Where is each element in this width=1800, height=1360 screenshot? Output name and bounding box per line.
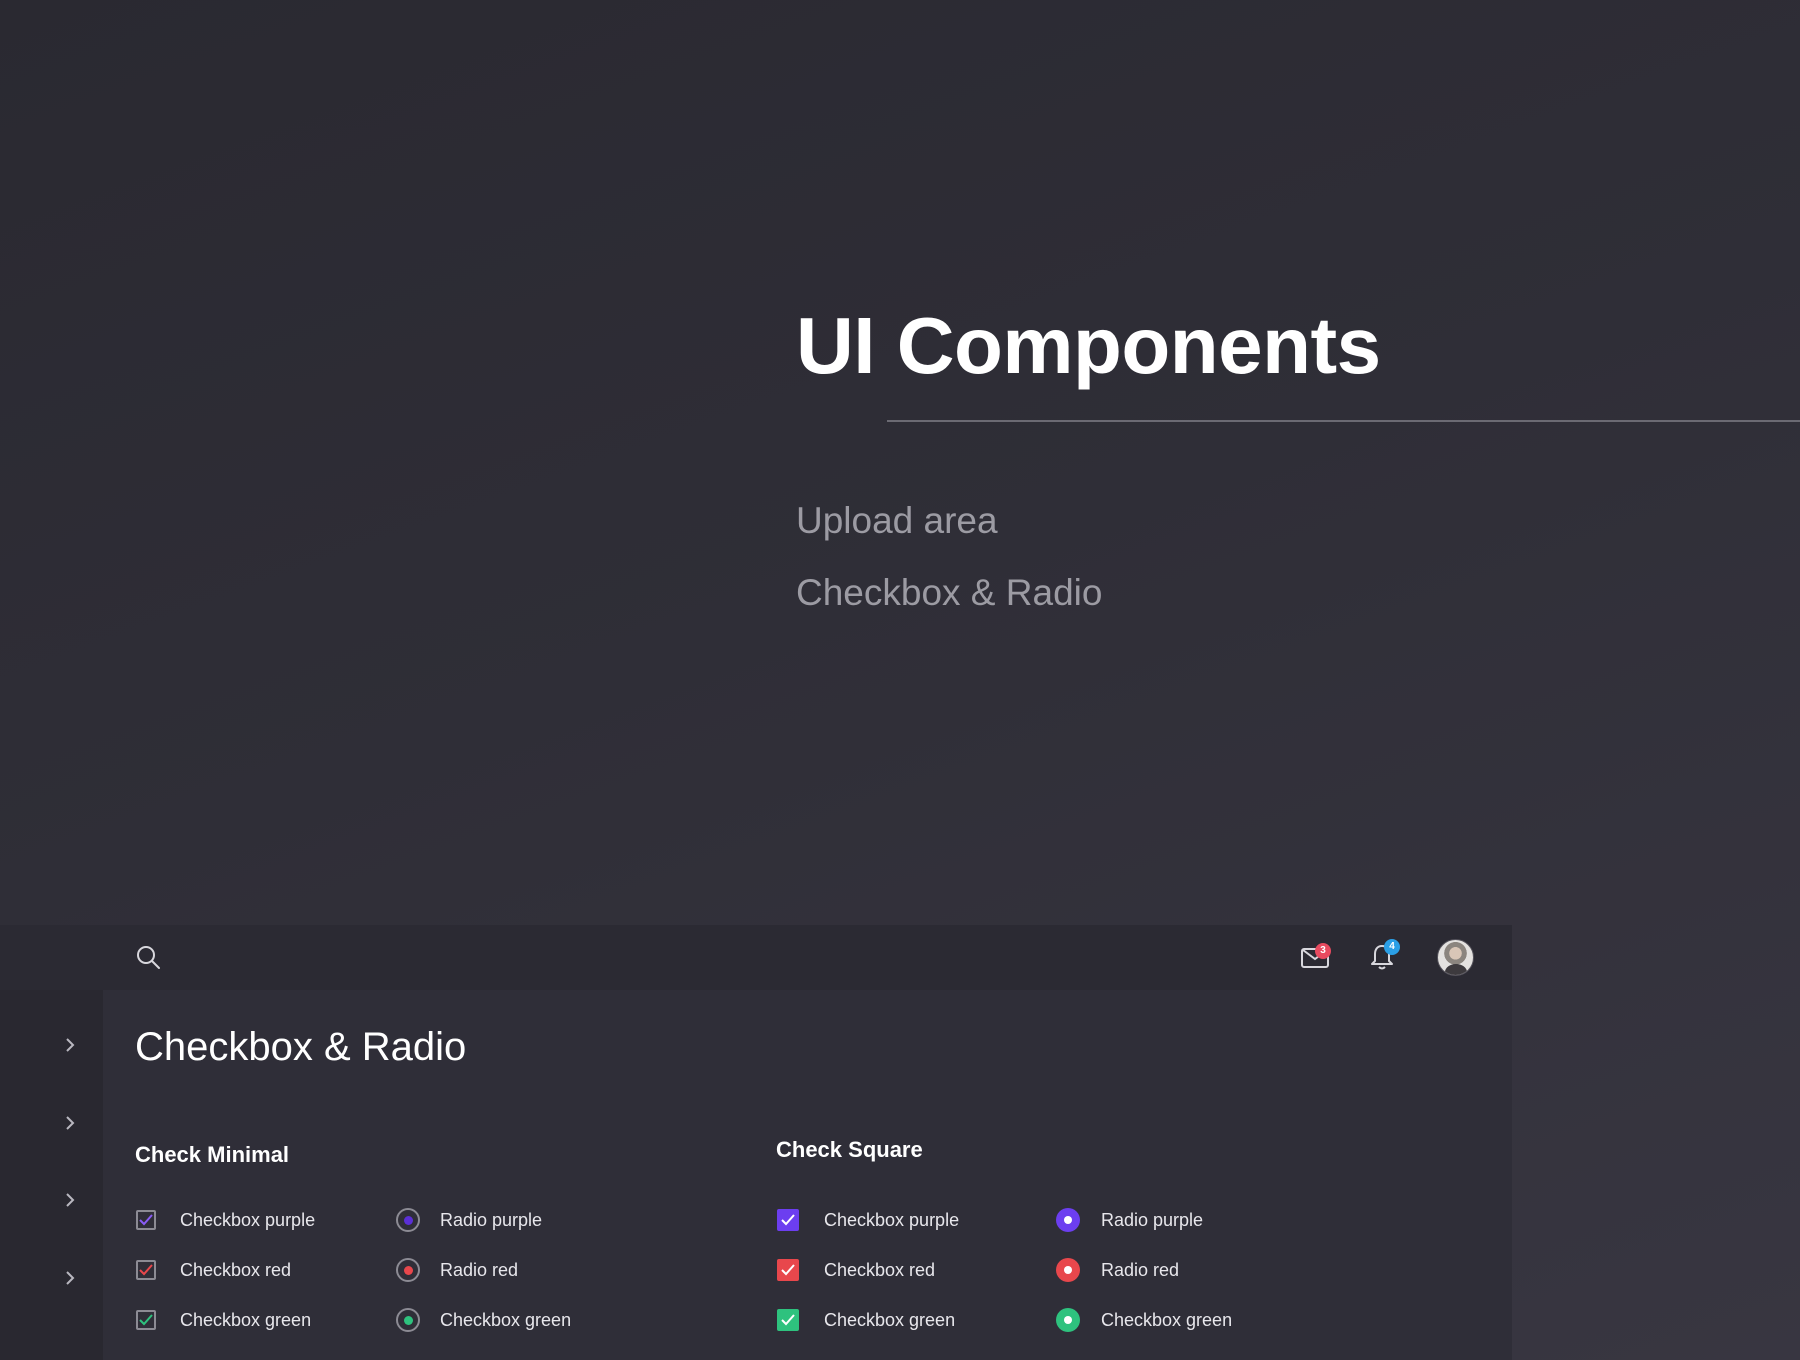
checkbox-control[interactable] [136,1260,156,1280]
section-title-check-square: Check Square [776,1137,923,1162]
radio-control[interactable] [396,1308,420,1332]
sidebar [0,990,103,1360]
radio-minimal-green[interactable]: Checkbox green [396,1307,571,1333]
radio-label: Radio red [440,1259,519,1280]
search-icon[interactable] [133,942,163,972]
topbar: 3 4 [0,925,1512,990]
checkbox-minimal-purple[interactable]: Checkbox purple [136,1207,315,1233]
radio-control[interactable] [1056,1258,1080,1282]
radio-label: Radio purple [1101,1209,1204,1230]
hero-title: UI Components [796,301,1381,390]
checkbox-label: Checkbox red [180,1259,292,1280]
radio-label: Radio purple [440,1209,543,1230]
checkbox-square-green[interactable]: Checkbox green [777,1307,955,1333]
checkbox-label: Checkbox green [824,1309,956,1330]
hero-link-upload-area[interactable]: Upload area [796,500,998,542]
mail-badge: 3 [1315,943,1331,959]
radio-minimal-purple[interactable]: Radio purple [396,1207,542,1233]
avatar[interactable] [1437,939,1474,976]
radio-control[interactable] [1056,1208,1080,1232]
sidebar-chevron-right-icon[interactable] [62,1270,78,1286]
hero-divider [887,420,1800,422]
radio-square-red[interactable]: Radio red [1056,1257,1179,1283]
hero-section: UI Components Upload area Checkbox & Rad… [0,0,1800,925]
radio-label: Radio red [1101,1259,1180,1280]
checkbox-label: Checkbox purple [824,1209,960,1230]
radio-label: Checkbox green [440,1309,572,1330]
sidebar-chevron-right-icon[interactable] [62,1115,78,1131]
radio-minimal-red[interactable]: Radio red [396,1257,518,1283]
checkbox-minimal-green[interactable]: Checkbox green [136,1307,311,1333]
checkbox-control[interactable] [777,1259,799,1281]
radio-control[interactable] [396,1208,420,1232]
radio-control[interactable] [396,1258,420,1282]
hero-link-checkbox-radio[interactable]: Checkbox & Radio [796,572,1102,614]
checkbox-label: Checkbox purple [180,1209,316,1230]
notification-badge: 4 [1384,939,1400,955]
checkbox-square-purple[interactable]: Checkbox purple [777,1207,959,1233]
checkbox-minimal-red[interactable]: Checkbox red [136,1257,291,1283]
checkbox-control[interactable] [136,1310,156,1330]
section-title-check-minimal: Check Minimal [135,1142,290,1167]
checkbox-square-red[interactable]: Checkbox red [777,1257,935,1283]
radio-label: Checkbox green [1101,1309,1233,1330]
checkbox-control[interactable] [777,1209,799,1231]
sidebar-chevron-right-icon[interactable] [62,1037,78,1053]
page-title: Checkbox & Radio [135,1025,467,1069]
radio-square-green[interactable]: Checkbox green [1056,1307,1232,1333]
checkbox-control[interactable] [777,1309,799,1331]
radio-control[interactable] [1056,1308,1080,1332]
radio-square-purple[interactable]: Radio purple [1056,1207,1203,1233]
checkbox-label: Checkbox green [180,1309,312,1330]
checkbox-control[interactable] [136,1210,156,1230]
sidebar-chevron-right-icon[interactable] [62,1192,78,1208]
checkbox-label: Checkbox red [824,1259,936,1280]
